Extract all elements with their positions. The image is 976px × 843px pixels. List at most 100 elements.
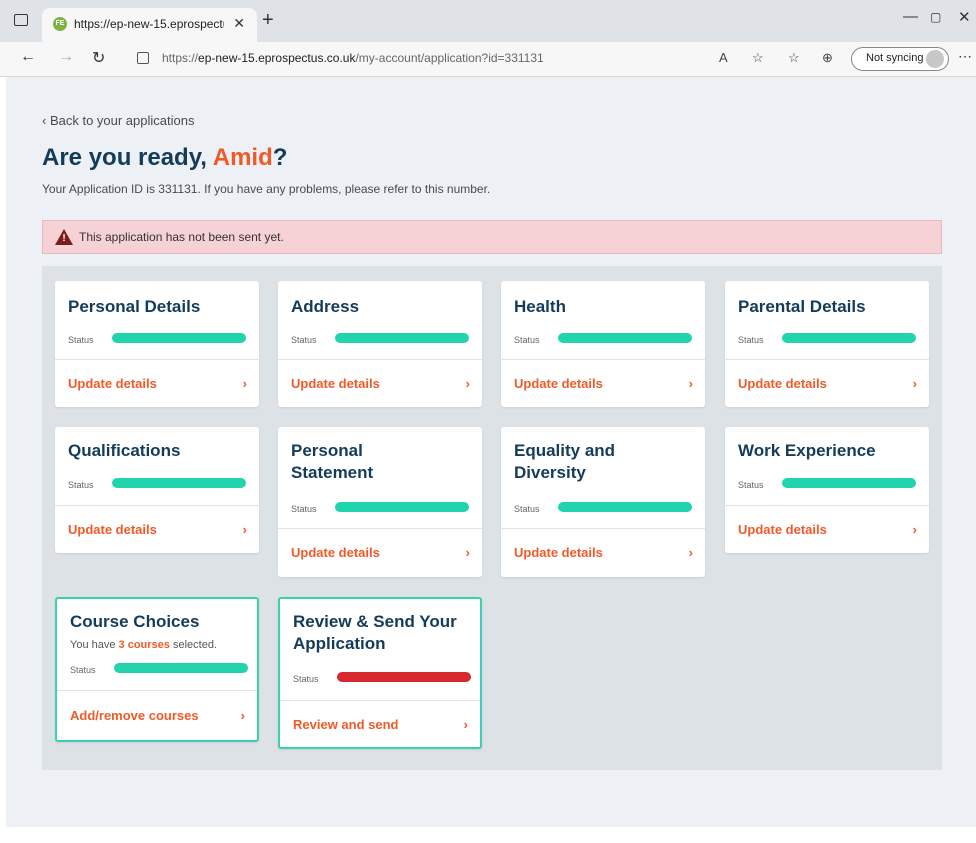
divider [57, 690, 257, 691]
course-count: 3 courses [118, 639, 170, 651]
divider [280, 700, 480, 701]
status-label: Status [68, 480, 94, 490]
browser-tab-bar: FE https://ep-new-15.eprospectus.c ✕ + —… [0, 0, 976, 42]
page-edge [0, 77, 6, 843]
card-course-choices: Course Choices You have 3 courses select… [55, 597, 259, 742]
chevron-right-icon[interactable]: › [466, 545, 470, 560]
add-favorite-icon[interactable]: ☆ [752, 50, 764, 66]
more-options-icon[interactable]: ⋯ [958, 48, 972, 65]
card-title: Qualifications [68, 441, 181, 460]
warning-mark: ! [62, 233, 66, 244]
back-arrow-icon[interactable]: ← [20, 48, 36, 66]
status-label: Status [738, 480, 764, 490]
status-bar-complete [335, 502, 469, 512]
card-title: Personal Details [68, 297, 201, 316]
tab-actions-icon[interactable] [14, 14, 28, 26]
chevron-right-icon[interactable]: › [913, 522, 917, 537]
divider [278, 528, 482, 529]
divider [725, 359, 929, 360]
update-details-link[interactable]: Update details [514, 545, 603, 560]
status-label: Status [291, 504, 317, 514]
maximize-icon[interactable]: ▢ [930, 10, 941, 24]
collections-icon[interactable]: ⊕ [822, 50, 833, 66]
update-details-link[interactable]: Update details [738, 522, 827, 537]
application-id-text: Your Application ID is 331131. If you ha… [42, 182, 491, 196]
page-footer-strip [0, 827, 976, 843]
chevron-right-icon[interactable]: › [241, 708, 245, 723]
review-and-send-link[interactable]: Review and send [293, 717, 398, 732]
divider [278, 359, 482, 360]
card-title: Personal Statement [291, 441, 374, 482]
not-sent-alert: ! This application has not been sent yet… [42, 220, 942, 254]
divider [725, 505, 929, 506]
sync-label: Not syncing [866, 52, 924, 64]
status-label: Status [293, 674, 319, 684]
url-field[interactable]: https://ep-new-15.eprospectus.co.uk/my-a… [122, 47, 596, 71]
card-title: Parental Details [738, 297, 866, 316]
status-label: Status [291, 335, 317, 345]
status-bar-complete [782, 333, 916, 343]
card-title: Course Choices [70, 612, 200, 631]
update-details-link[interactable]: Update details [291, 545, 380, 560]
status-bar-incomplete [337, 672, 471, 682]
card-personal-statement: Personal Statement Status Update details… [278, 427, 482, 577]
card-title: Equality and Diversity [514, 441, 616, 482]
courses-selected-text: You have 3 courses selected. [70, 639, 217, 651]
page-title: Are you ready, Amid? [42, 144, 288, 171]
read-aloud-icon[interactable]: A [719, 50, 728, 65]
divider [501, 528, 705, 529]
chevron-right-icon[interactable]: › [689, 376, 693, 391]
card-title: Work Experience [738, 441, 876, 460]
card-work-experience: Work Experience Status Update details › [725, 427, 929, 553]
chevron-right-icon[interactable]: › [913, 376, 917, 391]
avatar [926, 50, 944, 68]
status-label: Status [738, 335, 764, 345]
divider [501, 359, 705, 360]
update-details-link[interactable]: Update details [291, 376, 380, 391]
update-details-link[interactable]: Update details [738, 376, 827, 391]
status-label: Status [68, 335, 94, 345]
forward-arrow-icon: → [58, 48, 74, 65]
new-tab-icon[interactable]: + [262, 10, 274, 30]
back-to-applications-link[interactable]: ‹ Back to your applications [42, 113, 194, 128]
update-details-link[interactable]: Update details [514, 376, 603, 391]
tab-title: https://ep-new-15.eprospectus.c [74, 17, 224, 31]
divider [55, 359, 259, 360]
status-bar-complete [558, 502, 692, 512]
site-favicon-icon: FE [53, 17, 67, 31]
update-details-link[interactable]: Update details [68, 522, 157, 537]
chevron-right-icon[interactable]: › [466, 376, 470, 391]
status-bar-complete [335, 333, 469, 343]
status-bar-complete [112, 478, 246, 488]
address-bar-row: ← → ↻ https://ep-new-15.eprospectus.co.u… [0, 42, 976, 77]
update-details-link[interactable]: Update details [68, 376, 157, 391]
lock-icon [137, 52, 149, 64]
add-remove-courses-link[interactable]: Add/remove courses [70, 708, 199, 723]
card-review-send: Review & Send Your Application Status Re… [278, 597, 482, 749]
status-label: Status [514, 335, 540, 345]
chevron-right-icon[interactable]: › [243, 522, 247, 537]
card-title: Review & Send Your Application [293, 612, 457, 653]
card-title: Address [291, 297, 360, 316]
card-address: Address Status Update details › [278, 281, 482, 407]
chevron-right-icon[interactable]: › [689, 545, 693, 560]
favorites-icon[interactable]: ☆ [788, 50, 800, 66]
card-personal-details: Personal Details Status Update details › [55, 281, 259, 407]
refresh-icon[interactable]: ↻ [92, 48, 105, 68]
card-health: Health Status Update details › [501, 281, 705, 407]
status-bar-complete [782, 478, 916, 488]
status-bar-complete [114, 663, 248, 673]
chevron-right-icon[interactable]: › [243, 376, 247, 391]
card-qualifications: Qualifications Status Update details › [55, 427, 259, 553]
close-window-icon[interactable]: ✕ [958, 8, 971, 26]
status-label: Status [514, 504, 540, 514]
close-tab-icon[interactable]: ✕ [233, 15, 245, 32]
status-label: Status [70, 665, 96, 675]
chevron-right-icon[interactable]: › [464, 717, 468, 732]
card-parental-details: Parental Details Status Update details › [725, 281, 929, 407]
profile-sync-button[interactable]: Not syncing [851, 47, 949, 71]
minimize-icon[interactable]: — [903, 8, 918, 25]
browser-tab[interactable]: FE https://ep-new-15.eprospectus.c ✕ [42, 8, 257, 42]
status-bar-complete [112, 333, 246, 343]
alert-message: This application has not been sent yet. [79, 230, 284, 244]
